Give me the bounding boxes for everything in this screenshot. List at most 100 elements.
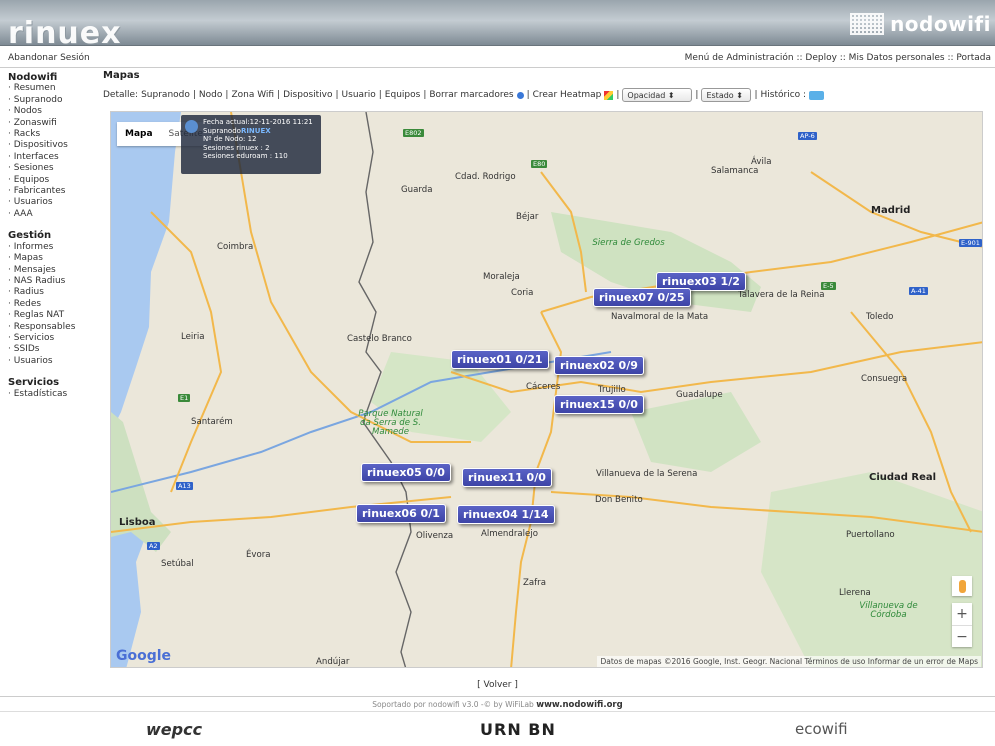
city-lisboa: Lisboa <box>119 517 156 528</box>
city-santarem: Santarém <box>191 417 233 427</box>
sidebar-item-responsables[interactable]: Responsables <box>8 322 98 333</box>
estado-select[interactable]: Estado ⬍ <box>701 88 752 102</box>
road-a13: A13 <box>176 482 193 490</box>
road-a41: A-41 <box>909 287 928 295</box>
google-logo[interactable]: Google <box>116 648 171 664</box>
sidebar-item-resumen[interactable]: Resumen <box>8 83 98 94</box>
map-canvas[interactable]: Madrid Cdad. Rodrigo Salamanca Ávila Gua… <box>110 111 983 668</box>
sidebar-section-servicios: Servicios <box>8 377 60 389</box>
detail-link-nodo[interactable]: Nodo <box>199 90 222 100</box>
city-evora: Évora <box>246 550 271 560</box>
city-talavera: Talavera de la Reina <box>738 290 825 300</box>
crear-heatmap-link[interactable]: Crear Heatmap <box>533 90 602 100</box>
sidebar-item-mensajes[interactable]: Mensajes <box>8 265 98 276</box>
top-bar: Abandonar Sesión Menú de Administración … <box>0 53 995 67</box>
rinuex-logo[interactable]: rinuex <box>8 16 122 51</box>
city-navalmoral: Navalmoral de la Mata <box>611 312 709 322</box>
city-ciudad-real: Ciudad Real <box>869 472 937 483</box>
city-villanueva-serena: Villanueva de la Serena <box>596 469 698 479</box>
sidebar-item-nodos[interactable]: Nodos <box>8 106 98 117</box>
sidebar-item-fabricantes[interactable]: Fabricantes <box>8 186 98 197</box>
sidebar-item-interfaces[interactable]: Interfaces <box>8 152 98 163</box>
wepcc-logo[interactable]: wepcc <box>146 720 202 739</box>
city-caceres: Cáceres <box>526 382 561 392</box>
marker-rinuex02[interactable]: rinuex02 0/9 <box>554 356 644 375</box>
map-type-map-button[interactable]: Mapa <box>117 122 161 146</box>
nodowifi-site-link[interactable]: www.nodowifi.org <box>536 700 622 710</box>
city-puertollano: Puertollano <box>846 530 895 540</box>
detail-link-equipos[interactable]: Equipos <box>385 90 421 100</box>
detail-link-dispositivo[interactable]: Dispositivo <box>283 90 332 100</box>
marker-rinuex15[interactable]: rinuex15 0/0 <box>554 395 644 414</box>
marker-rinuex05[interactable]: rinuex05 0/0 <box>361 463 451 482</box>
city-pozoblanco: Llerena <box>839 588 871 598</box>
sidebar-item-estadisticas[interactable]: Estadísticas <box>8 389 98 400</box>
nodowifi-logo[interactable]: nodowifi <box>850 8 991 40</box>
city-parque-natural-mamede: Parque Natural da Serra de S. Mamede <box>358 409 423 437</box>
nodowifi-grid-icon <box>850 13 885 35</box>
admin-links[interactable]: Menú de Administración :: Deploy :: Mis … <box>685 53 991 63</box>
city-cdad-rodrigo: Cdad. Rodrigo <box>455 172 516 182</box>
marker-icon[interactable] <box>516 91 524 99</box>
detail-link-supranodo[interactable]: Supranodo <box>141 90 190 100</box>
info-nodo: Nº de Nodo: 12 <box>203 135 257 144</box>
zoom-out-button[interactable]: − <box>952 625 972 647</box>
city-guadalupe: Guadalupe <box>676 390 723 400</box>
marker-rinuex01[interactable]: rinuex01 0/21 <box>451 350 549 369</box>
city-parque-andujar: Villanueva de Córdoba <box>859 601 918 620</box>
detail-link-zona-wifi[interactable]: Zona Wifi <box>231 90 274 100</box>
city-consuegra: Consuegra <box>861 374 908 384</box>
marker-rinuex07[interactable]: rinuex07 0/25 <box>593 288 691 307</box>
sidebar-item-equipos[interactable]: Equipos <box>8 175 98 186</box>
city-toledo: Toledo <box>866 312 894 322</box>
heatmap-icon[interactable] <box>604 90 614 100</box>
zoom-in-button[interactable]: + <box>952 603 972 625</box>
sidebar-item-redes[interactable]: Redes <box>8 299 98 310</box>
map-credits[interactable]: Datos de mapas ©2016 Google, Inst. Geogr… <box>597 656 981 667</box>
divider <box>0 67 995 68</box>
city-moraleja: Moraleja <box>483 272 520 282</box>
city-don-benito: Don Benito <box>595 495 643 505</box>
detail-label: Detalle: <box>103 90 139 100</box>
sidebar-item-ssids[interactable]: SSIDs <box>8 344 98 355</box>
sidebar-item-usuarios[interactable]: Usuarios <box>8 197 98 208</box>
borrar-marcadores-link[interactable]: Borrar marcadores <box>429 90 513 100</box>
historico-icon[interactable] <box>809 90 825 100</box>
sidebar-item-servicios[interactable]: Servicios <box>8 333 98 344</box>
detail-toolbar: Detalle: Supranodo | Nodo | Zona Wifi | Dis… <box>103 88 825 102</box>
urn-logo[interactable]: URN BN <box>480 720 556 739</box>
sidebar-item-sesiones[interactable]: Sesiones <box>8 163 98 174</box>
city-madrid: Madrid <box>871 205 911 216</box>
sidebar-item-mapas[interactable]: Mapas <box>8 253 98 264</box>
nodowifi-logo-text: nodowifi <box>890 12 991 36</box>
city-salamanca: Salamanca <box>711 166 759 176</box>
marker-rinuex11[interactable]: rinuex11 0/0 <box>462 468 552 487</box>
city-avila: Ávila <box>751 157 772 167</box>
zoom-control: + − <box>952 603 972 647</box>
sidebar-item-supranodo[interactable]: Supranodo <box>8 95 98 106</box>
sidebar-item-reglas-nat[interactable]: Reglas NAT <box>8 310 98 321</box>
volver-link[interactable]: [ Volver ] <box>0 680 995 690</box>
sidebar-item-racks[interactable]: Racks <box>8 129 98 140</box>
sidebar-item-dispositivos[interactable]: Dispositivos <box>8 140 98 151</box>
logout-link[interactable]: Abandonar Sesión <box>8 53 90 63</box>
opacity-select[interactable]: Opacidad ⬍ <box>622 88 693 102</box>
marker-rinuex06[interactable]: rinuex06 0/1 <box>356 504 446 523</box>
ecowifi-logo[interactable]: ecowifi <box>795 720 848 738</box>
sidebar: Nodowifi Resumen Supranodo Nodos Zonaswi… <box>8 71 98 400</box>
sidebar-item-radius[interactable]: Radius <box>8 287 98 298</box>
sidebar-item-informes[interactable]: Informes <box>8 242 98 253</box>
page-title: Mapas <box>103 70 140 81</box>
sidebar-item-aaa[interactable]: AAA <box>8 209 98 220</box>
detail-link-usuario[interactable]: Usuario <box>342 90 376 100</box>
back-arrow-icon[interactable] <box>185 120 198 133</box>
sidebar-item-usuarios-gestion[interactable]: Usuarios <box>8 356 98 367</box>
city-zafra: Zafra <box>523 578 546 588</box>
sidebar-item-nas-radius[interactable]: NAS Radius <box>8 276 98 287</box>
sidebar-item-zonaswifi[interactable]: Zonaswifi <box>8 118 98 129</box>
marker-rinuex04[interactable]: rinuex04 1/14 <box>457 505 555 524</box>
pegman-icon[interactable] <box>952 576 972 596</box>
info-window: Fecha actual:12-11-2016 11:21 SupranodoR… <box>181 115 321 174</box>
city-beja: Andújar <box>316 657 350 667</box>
city-almendralejo: Almendralejo <box>481 529 538 539</box>
